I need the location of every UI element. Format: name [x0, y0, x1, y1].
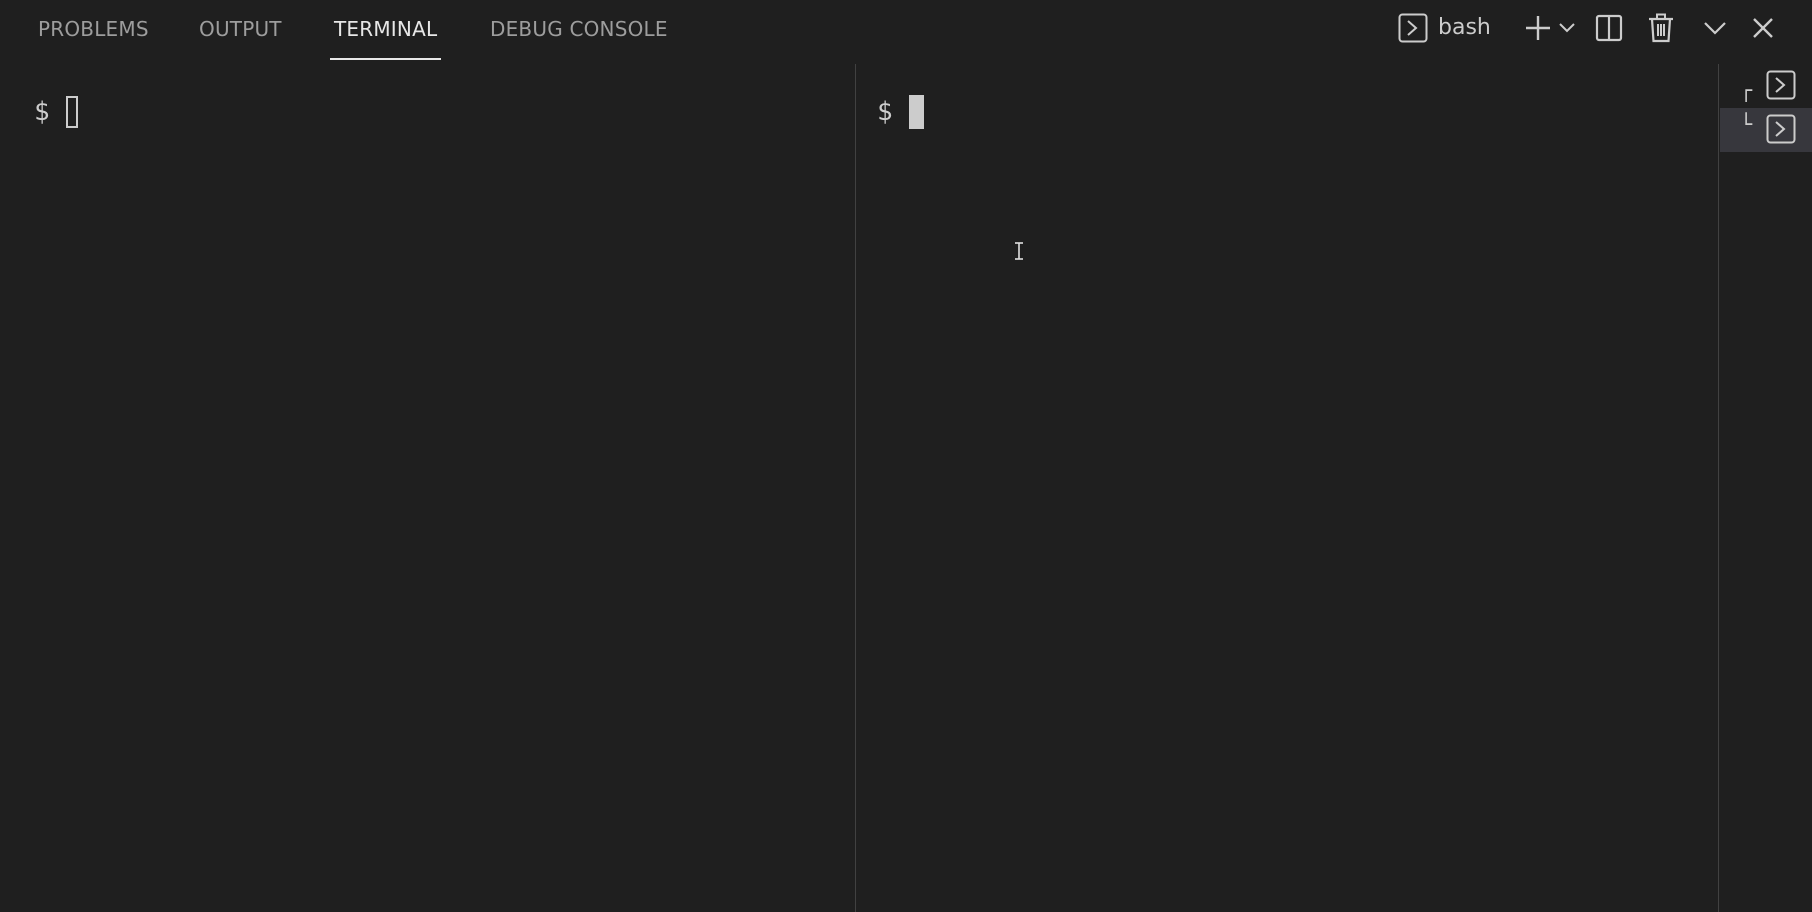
split-icon	[1595, 14, 1623, 42]
terminal-icon	[1398, 13, 1428, 43]
terminal-cursor	[65, 96, 78, 128]
panel-actions: bash	[1392, 0, 1812, 56]
collapse-panel-button[interactable]	[1698, 8, 1732, 48]
close-panel-button[interactable]	[1746, 8, 1780, 48]
trash-icon	[1648, 13, 1674, 43]
split-terminal-button[interactable]	[1592, 8, 1626, 48]
tab-output[interactable]: OUTPUT	[199, 14, 282, 60]
launch-profile-dropdown[interactable]	[1556, 8, 1578, 48]
tab-debug-console[interactable]: DEBUG CONSOLE	[490, 14, 668, 60]
terminal-prompt-line: $	[877, 92, 924, 132]
terminal-panel: PROBLEMS OUTPUT TERMINAL DEBUG CONSOLE b…	[0, 0, 1812, 912]
plus-icon	[1524, 14, 1552, 42]
terminal-list-item[interactable]: ┌	[1720, 64, 1812, 108]
kill-terminal-button[interactable]	[1644, 8, 1678, 48]
panel-tab-bar: PROBLEMS OUTPUT TERMINAL DEBUG CONSOLE b…	[0, 0, 1812, 60]
tree-branch-glyph: ┌	[1740, 78, 1753, 102]
chevron-down-icon	[1703, 21, 1727, 35]
terminal-icon	[1766, 114, 1796, 148]
chevron-down-icon	[1558, 22, 1576, 34]
terminal-list-divider[interactable]	[1718, 64, 1719, 912]
terminal-profile-button[interactable]: bash	[1398, 8, 1491, 48]
split-divider[interactable]	[855, 64, 856, 912]
prompt-symbol: $	[34, 97, 50, 127]
terminal-profile-label: bash	[1438, 15, 1491, 40]
terminal-pane-left[interactable]: $	[0, 64, 855, 912]
tree-branch-glyph: └	[1740, 112, 1753, 136]
tab-terminal[interactable]: TERMINAL	[330, 14, 442, 60]
terminal-tabs-list: ┌ └	[1720, 64, 1812, 912]
terminal-pane-right[interactable]: $	[857, 64, 1718, 912]
prompt-symbol: $	[877, 97, 893, 127]
terminal-cursor	[908, 95, 924, 129]
new-terminal-button[interactable]	[1522, 8, 1554, 48]
terminal-icon	[1766, 70, 1796, 104]
terminal-prompt-line: $	[34, 92, 78, 132]
tab-problems[interactable]: PROBLEMS	[38, 14, 149, 60]
close-icon	[1752, 17, 1774, 39]
terminal-list-item[interactable]: └	[1720, 108, 1812, 152]
text-cursor-icon	[1015, 242, 1023, 260]
